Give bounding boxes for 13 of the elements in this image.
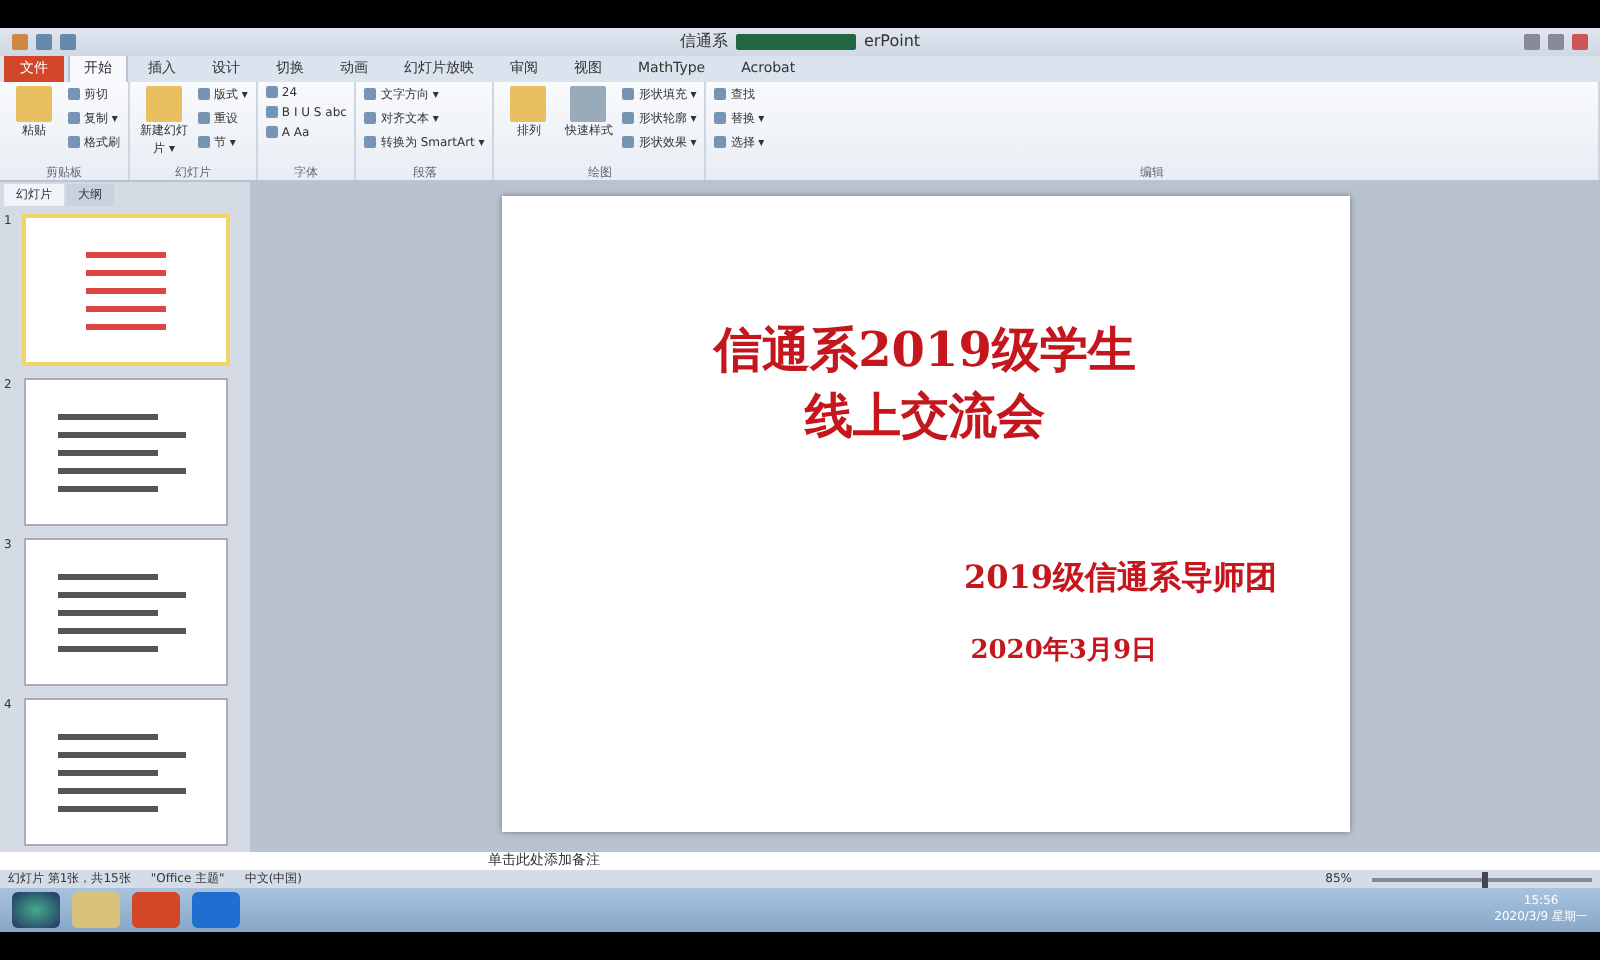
window-title: erPoint [863, 32, 921, 51]
slide-thumbnail[interactable] [24, 537, 228, 686]
slide-title: 信通系2019级学生 [710, 317, 1138, 382]
slide-date: 2020年3月9日 [970, 633, 1157, 668]
zoom-thumb[interactable] [1482, 871, 1488, 888]
slide-subtitle: 2019级信通系导师团 [963, 557, 1277, 600]
slide-thumbnail[interactable] [22, 213, 230, 366]
start-button[interactable] [12, 892, 60, 929]
slide-title: 线上交流会 [802, 384, 1047, 449]
slide-thumbnail[interactable] [24, 377, 228, 526]
slide-thumbnail[interactable] [24, 697, 228, 846]
window-title: 信通系 [679, 30, 728, 53]
zoom-slider[interactable] [1372, 877, 1592, 882]
